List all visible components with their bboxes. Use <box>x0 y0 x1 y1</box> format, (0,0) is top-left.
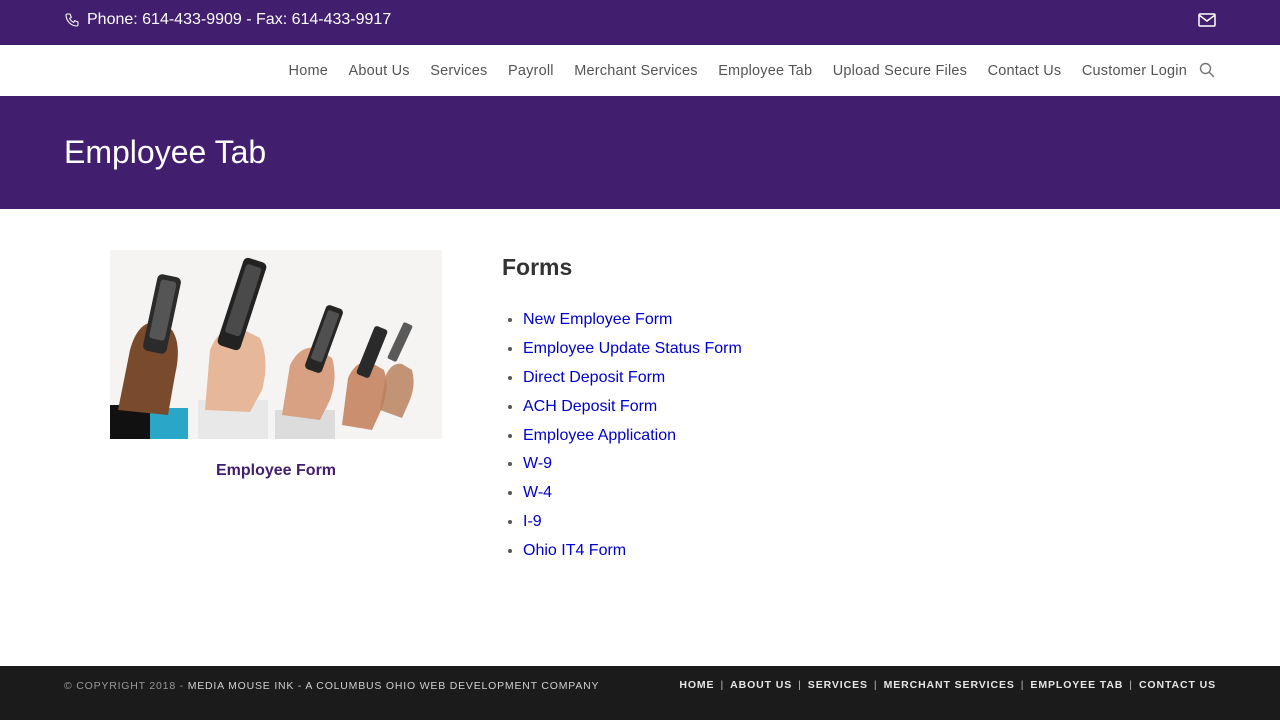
list-item: ACH Deposit Form <box>502 392 742 421</box>
site-footer: © COPYRIGHT 2018 - MEDIA MOUSE INK - A C… <box>0 666 1280 720</box>
footer-separator: | <box>873 679 878 691</box>
bullet-icon <box>508 548 512 553</box>
nav-customer-login[interactable]: Customer Login <box>1082 63 1187 79</box>
form-link-ohio-it4[interactable]: Ohio IT4 Form <box>523 542 626 560</box>
bullet-icon <box>508 519 512 524</box>
contact-info: Phone: 614-433-9909 - Fax: 614-433-9917 <box>64 11 391 29</box>
main-navbar: Home About Us Services Payroll Merchant … <box>0 45 1280 96</box>
list-item: Employee Update Status Form <box>502 335 742 364</box>
footer-link-services[interactable]: SERVICES <box>808 679 868 691</box>
bullet-icon <box>508 462 512 467</box>
page-title: Employee Tab <box>64 134 267 170</box>
nav-about-us[interactable]: About Us <box>349 63 410 79</box>
form-link-employee-update-status[interactable]: Employee Update Status Form <box>523 340 742 358</box>
copyright-brand-link[interactable]: MEDIA MOUSE INK - A COLUMBUS OHIO WEB DE… <box>188 680 600 692</box>
forms-heading: Forms <box>502 254 573 280</box>
nav-services[interactable]: Services <box>430 63 487 79</box>
list-item: W-9 <box>502 450 742 479</box>
forms-list: New Employee Form Employee Update Status… <box>502 306 742 565</box>
form-link-i9[interactable]: I-9 <box>523 513 542 531</box>
bullet-icon <box>508 491 512 496</box>
list-item: New Employee Form <box>502 306 742 335</box>
footer-link-contact-us[interactable]: CONTACT US <box>1139 679 1216 691</box>
bullet-icon <box>508 318 512 323</box>
bullet-icon <box>508 404 512 409</box>
footer-link-merchant-services[interactable]: MERCHANT SERVICES <box>884 679 1015 691</box>
bullet-icon <box>508 433 512 438</box>
copyright-text: © COPYRIGHT 2018 - MEDIA MOUSE INK - A C… <box>64 680 599 692</box>
form-link-w4[interactable]: W-4 <box>523 484 552 502</box>
nav-upload-secure-files[interactable]: Upload Secure Files <box>833 63 967 79</box>
search-icon[interactable] <box>1199 62 1215 78</box>
list-item: Direct Deposit Form <box>502 364 742 393</box>
footer-menu: HOME | ABOUT US | SERVICES | MERCHANT SE… <box>679 679 1216 691</box>
nav-merchant-services[interactable]: Merchant Services <box>574 63 697 79</box>
contact-text: Phone: 614-433-9909 - Fax: 614-433-9917 <box>87 11 392 28</box>
footer-separator: | <box>1129 679 1133 691</box>
list-item: I-9 <box>502 508 742 537</box>
envelope-icon[interactable] <box>1198 13 1216 27</box>
footer-link-employee-tab[interactable]: EMPLOYEE TAB <box>1030 679 1123 691</box>
nav-payroll[interactable]: Payroll <box>508 63 554 79</box>
page-header: Employee Tab <box>0 96 1280 209</box>
bullet-icon <box>508 347 512 352</box>
nav-employee-tab[interactable]: Employee Tab <box>718 63 812 79</box>
footer-separator: | <box>798 679 802 691</box>
list-item: W-4 <box>502 479 742 508</box>
footer-link-about-us[interactable]: ABOUT US <box>730 679 792 691</box>
form-link-new-employee[interactable]: New Employee Form <box>523 311 672 329</box>
main-menu: Home About Us Services Payroll Merchant … <box>289 45 1215 96</box>
form-link-ach-deposit[interactable]: ACH Deposit Form <box>523 398 657 416</box>
form-link-direct-deposit[interactable]: Direct Deposit Form <box>523 369 665 387</box>
list-item: Employee Application <box>502 421 742 450</box>
employee-form-caption[interactable]: Employee Form <box>110 462 442 480</box>
form-link-employee-application[interactable]: Employee Application <box>523 427 676 445</box>
employee-photo <box>110 250 442 439</box>
nav-home[interactable]: Home <box>289 63 328 79</box>
form-link-w9[interactable]: W-9 <box>523 455 552 473</box>
phone-icon <box>65 13 79 27</box>
hands-with-phones-image <box>110 250 442 439</box>
nav-contact-us[interactable]: Contact Us <box>988 63 1062 79</box>
footer-separator: | <box>720 679 725 691</box>
bullet-icon <box>508 375 512 380</box>
footer-link-home[interactable]: HOME <box>679 679 714 691</box>
copyright-prefix: © COPYRIGHT 2018 - <box>64 680 188 692</box>
top-bar: Phone: 614-433-9909 - Fax: 614-433-9917 <box>0 0 1280 45</box>
footer-separator: | <box>1020 679 1025 691</box>
list-item: Ohio IT4 Form <box>502 536 742 565</box>
